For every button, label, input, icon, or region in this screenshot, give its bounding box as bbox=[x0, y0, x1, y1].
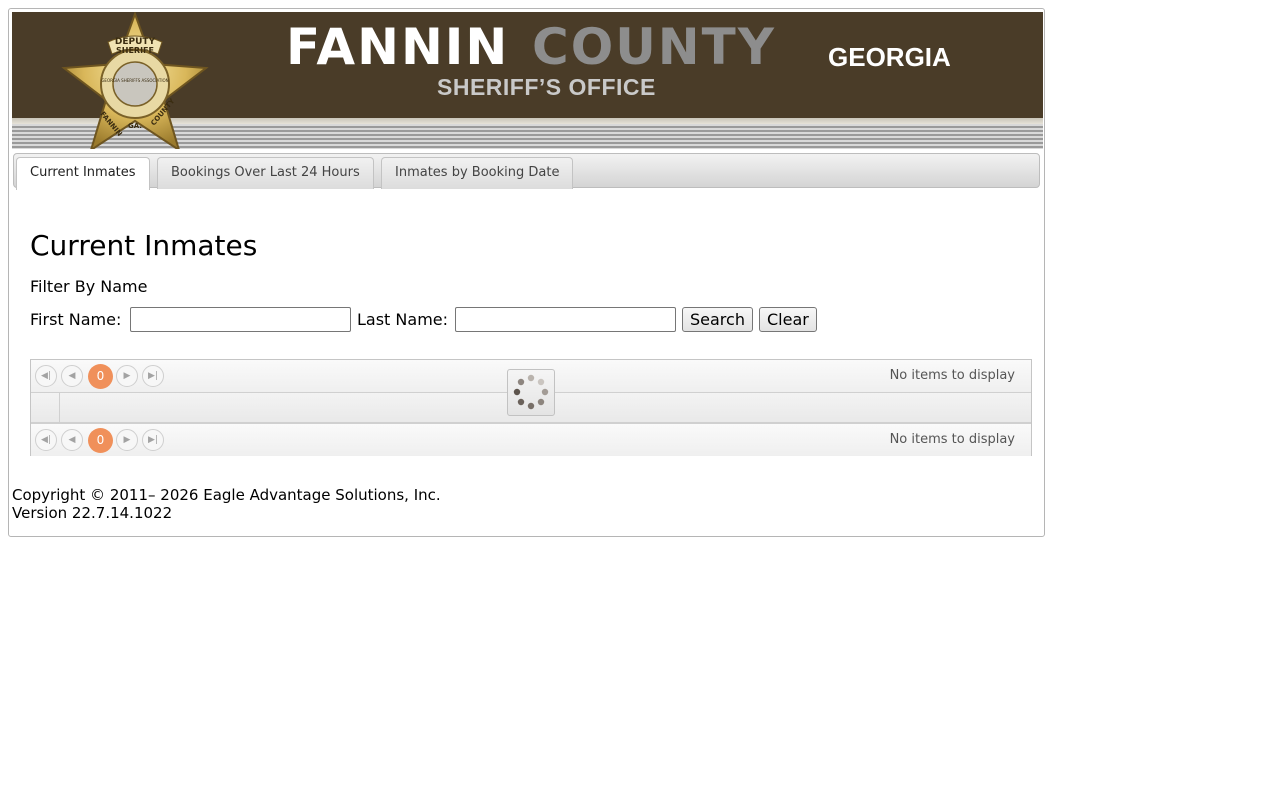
brand-subtitle: SHERIFF’S OFFICE bbox=[437, 74, 656, 100]
pager-info: No items to display bbox=[889, 432, 1015, 447]
clear-button[interactable]: Clear bbox=[759, 307, 817, 332]
last-name-label: Last Name: bbox=[357, 310, 449, 329]
tab-current-inmates[interactable]: Current Inmates bbox=[16, 157, 150, 190]
page-frame: DEPUTY SHERIFF GEORGIA SHERIFFS ASSOCIAT… bbox=[8, 8, 1045, 537]
tab-inmates-by-booking-date[interactable]: Inmates by Booking Date bbox=[381, 157, 574, 189]
brand-state: GEORGIA bbox=[828, 42, 951, 72]
page-number[interactable]: 0 bbox=[88, 428, 113, 453]
first-page-icon[interactable]: ◀​| bbox=[35, 429, 57, 451]
tab-bookings-last-24-hours[interactable]: Bookings Over Last 24 Hours bbox=[157, 157, 374, 189]
spinner-icon bbox=[513, 374, 549, 410]
page-number[interactable]: 0 bbox=[88, 364, 113, 389]
first-page-icon[interactable]: ◀​| bbox=[35, 365, 57, 387]
loading-overlay bbox=[507, 369, 555, 416]
brand-name-county: COUNTY bbox=[532, 18, 776, 76]
first-name-input[interactable] bbox=[130, 307, 351, 332]
brand-name-fannin: FANNIN bbox=[286, 18, 510, 76]
badge-mid-text: GA. bbox=[128, 122, 142, 130]
grid-pager-bottom: ◀​| ◀ 0 ▶ ▶| No items to display bbox=[31, 423, 1031, 456]
version-text: Version 22.7.14.1022 bbox=[12, 504, 173, 522]
sheriff-badge-logo: DEPUTY SHERIFF GEORGIA SHERIFFS ASSOCIAT… bbox=[61, 12, 209, 149]
next-page-icon[interactable]: ▶ bbox=[116, 429, 138, 451]
search-button[interactable]: Search bbox=[682, 307, 753, 332]
next-page-icon[interactable]: ▶ bbox=[116, 365, 138, 387]
last-page-icon[interactable]: ▶| bbox=[142, 429, 164, 451]
inmates-grid: ◀​| ◀ 0 ▶ ▶| No items to display ◀​| ◀ 0… bbox=[30, 359, 1032, 456]
filter-label: Filter By Name bbox=[30, 277, 148, 296]
copyright-text: Copyright © 2011– 2026 Eagle Advantage S… bbox=[12, 486, 441, 504]
grid-header-cell bbox=[31, 393, 60, 422]
prev-page-icon[interactable]: ◀ bbox=[61, 429, 83, 451]
header-banner: DEPUTY SHERIFF GEORGIA SHERIFFS ASSOCIAT… bbox=[12, 12, 1043, 149]
footer: Copyright © 2011– 2026 Eagle Advantage S… bbox=[12, 486, 441, 522]
first-name-label: First Name: bbox=[30, 310, 122, 329]
last-page-icon[interactable]: ▶| bbox=[142, 365, 164, 387]
pager-info: No items to display bbox=[889, 368, 1015, 383]
badge-ribbon-text: SHERIFF bbox=[116, 46, 154, 55]
last-name-input[interactable] bbox=[455, 307, 676, 332]
badge-seal-text: GEORGIA SHERIFFS ASSOCIATION bbox=[101, 78, 168, 83]
prev-page-icon[interactable]: ◀ bbox=[61, 365, 83, 387]
tab-strip: Current Inmates Bookings Over Last 24 Ho… bbox=[13, 153, 1040, 190]
page-title: Current Inmates bbox=[30, 229, 258, 262]
